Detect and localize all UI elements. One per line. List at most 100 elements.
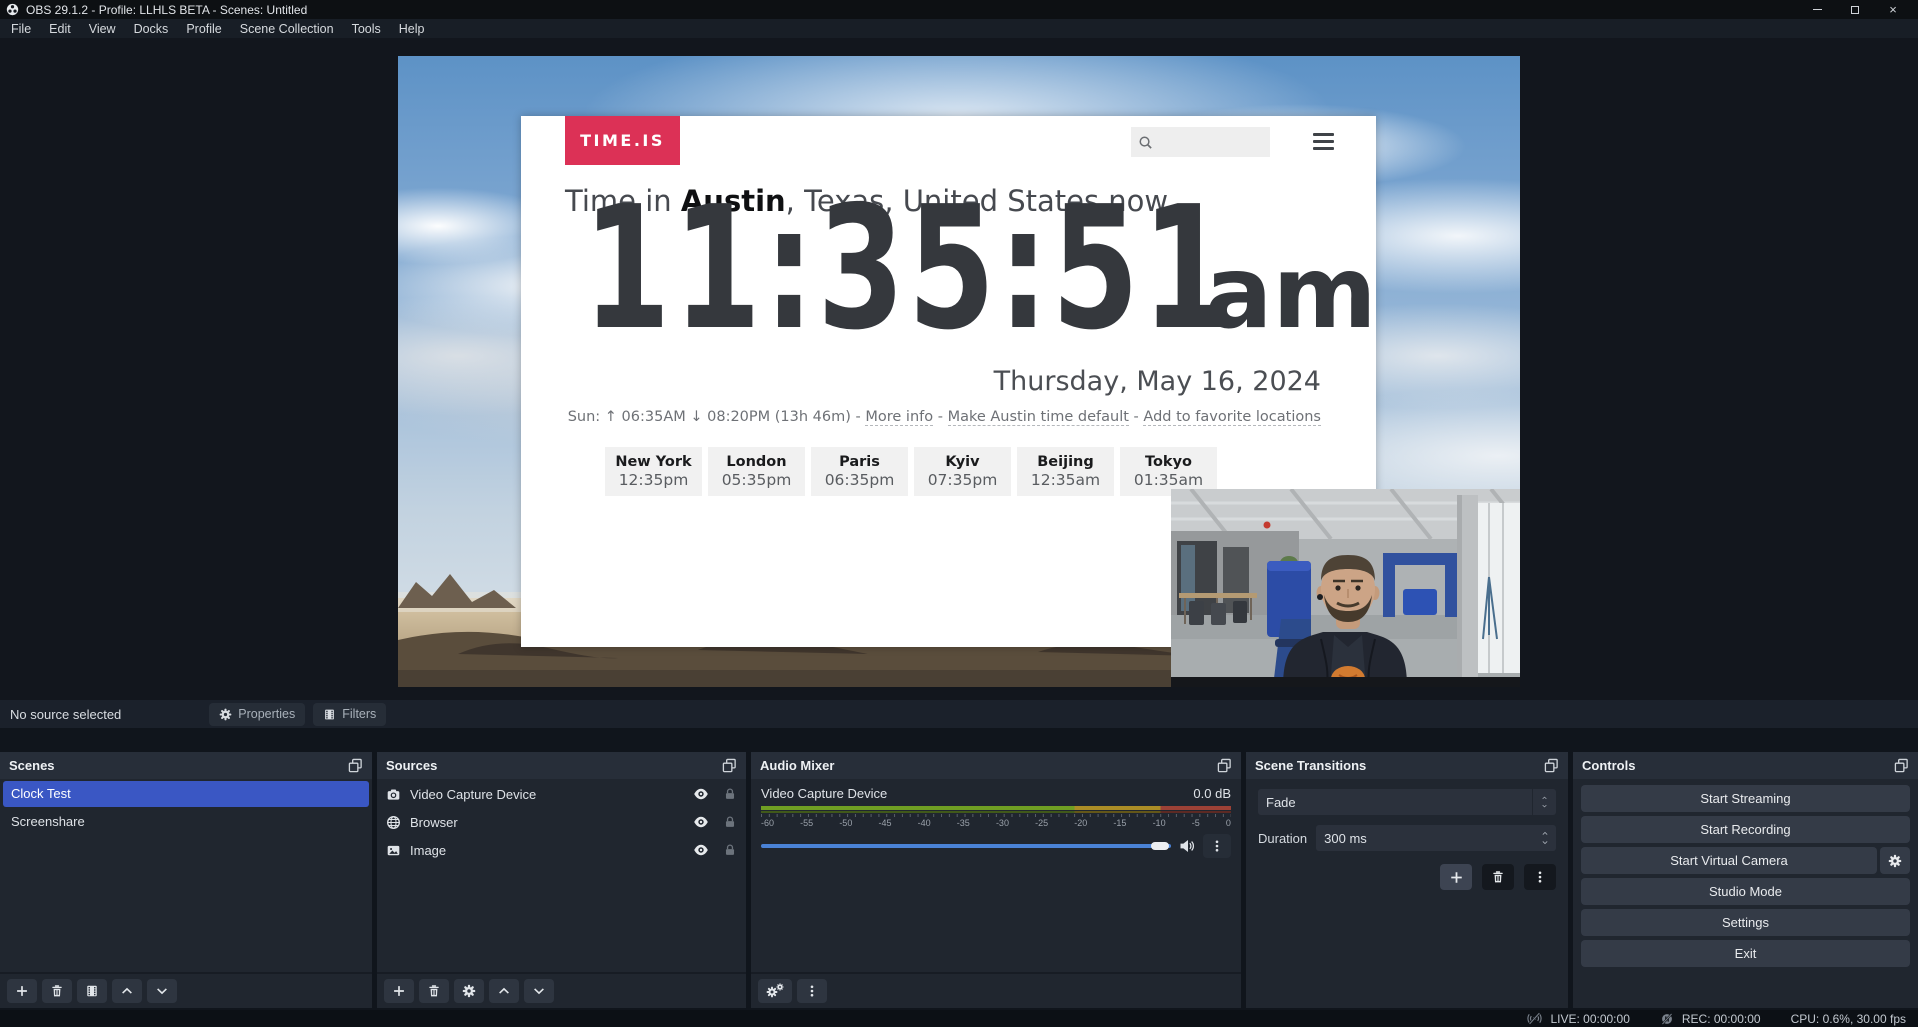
transition-properties-button[interactable] (1524, 864, 1556, 890)
obs-logo-icon (6, 3, 19, 16)
start-recording-button[interactable]: Start Recording (1581, 816, 1910, 843)
title-bar: OBS 29.1.2 - Profile: LLHLS BETA - Scene… (0, 0, 1918, 19)
scene-item-clock-test[interactable]: Clock Test (3, 781, 369, 807)
popout-icon[interactable] (1894, 758, 1909, 773)
timeis-logo: TIME.IS (565, 116, 680, 165)
studio-mode-button[interactable]: Studio Mode (1581, 878, 1910, 905)
eye-icon[interactable] (693, 842, 709, 858)
popout-icon[interactable] (348, 758, 363, 773)
city-name: Tokyo (1120, 454, 1217, 471)
vertical-dots-icon (805, 984, 819, 998)
scenes-title: Scenes (9, 758, 348, 773)
menu-profile[interactable]: Profile (177, 19, 230, 38)
maximize-button[interactable] (1836, 0, 1874, 19)
filter-icon (323, 708, 336, 721)
settings-button[interactable]: Settings (1581, 909, 1910, 936)
scale-tick: -45 (878, 818, 891, 828)
popout-icon[interactable] (1544, 758, 1559, 773)
duration-label: Duration (1258, 831, 1307, 846)
image-icon (386, 843, 401, 858)
sun-info-line: Sun: ↑ 06:35AM ↓ 08:20PM (13h 46m) - Mor… (568, 409, 1321, 425)
start-virtual-camera-button[interactable]: Start Virtual Camera (1581, 847, 1877, 874)
lock-icon[interactable] (723, 787, 737, 801)
menu-scene-collection[interactable]: Scene Collection (231, 19, 343, 38)
speaker-icon[interactable] (1179, 838, 1195, 854)
audio-mixer-toolbar (751, 972, 1241, 1008)
menu-file[interactable]: File (2, 19, 40, 38)
duration-input[interactable] (1316, 831, 1534, 846)
move-source-down-button[interactable] (524, 979, 554, 1003)
city-name: London (708, 454, 805, 471)
move-scene-down-button[interactable] (147, 979, 177, 1003)
hamburger-menu-icon (1313, 133, 1334, 150)
mixer-menu-button[interactable] (797, 979, 827, 1003)
filters-button[interactable]: Filters (313, 703, 386, 726)
add-scene-button[interactable] (7, 979, 37, 1003)
remove-scene-button[interactable] (42, 979, 72, 1003)
lock-icon[interactable] (723, 815, 737, 829)
scene-item-screenshare[interactable]: Screenshare (3, 809, 369, 835)
city-box: New York 12:35pm (605, 447, 702, 496)
add-source-button[interactable] (384, 979, 414, 1003)
city-time: 12:35pm (605, 471, 702, 490)
transition-selected-value: Fade (1258, 795, 1532, 810)
eye-icon[interactable] (693, 786, 709, 802)
world-cities-row: New York 12:35pm London 05:35pm Paris 06… (605, 447, 1217, 496)
exit-button[interactable]: Exit (1581, 940, 1910, 967)
scene-transitions-body: Fade Duration (1246, 779, 1568, 1008)
scene-transitions-dock: Scene Transitions Fade Duration (1246, 752, 1568, 1008)
remove-transition-button[interactable] (1482, 864, 1514, 890)
gear-icon (462, 984, 476, 998)
minimize-button[interactable] (1798, 0, 1836, 19)
combo-caret (1532, 789, 1556, 815)
spin-up-icon[interactable] (1540, 830, 1550, 837)
popout-icon[interactable] (722, 758, 737, 773)
scene-preview-canvas[interactable]: TIME.IS Time in Austin, Texas, United St… (398, 56, 1520, 687)
popout-icon[interactable] (1217, 758, 1232, 773)
webcam-source[interactable] (1171, 489, 1520, 687)
start-streaming-button[interactable]: Start Streaming (1581, 785, 1910, 812)
lock-icon[interactable] (723, 843, 737, 857)
add-transition-button[interactable] (1440, 864, 1472, 890)
vertical-dots-icon (1210, 839, 1224, 853)
source-properties-button[interactable] (454, 979, 484, 1003)
remove-source-button[interactable] (419, 979, 449, 1003)
menu-docks[interactable]: Docks (125, 19, 178, 38)
trash-icon (427, 984, 441, 998)
chevron-down-icon (155, 984, 169, 998)
scenes-dock: Scenes Clock Test Screenshare (0, 752, 372, 1008)
vu-meter-peak (761, 811, 1231, 813)
close-button[interactable]: × (1874, 0, 1912, 19)
dock-area: Scenes Clock Test Screenshare Sources Vi… (0, 728, 1918, 1010)
menu-view[interactable]: View (80, 19, 125, 38)
volume-row (761, 834, 1231, 858)
mixer-channel-menu-button[interactable] (1203, 834, 1231, 858)
controls-dock-header: Controls (1573, 752, 1918, 779)
move-scene-up-button[interactable] (112, 979, 142, 1003)
spin-down-icon[interactable] (1540, 839, 1550, 846)
volume-slider[interactable] (761, 844, 1171, 848)
controls-title: Controls (1582, 758, 1894, 773)
menu-edit[interactable]: Edit (40, 19, 80, 38)
scale-tick: -10 (1153, 818, 1166, 828)
menu-help[interactable]: Help (390, 19, 434, 38)
vu-meter-ticks (761, 814, 1231, 817)
caret-down-icon (1540, 803, 1549, 809)
properties-button[interactable]: Properties (209, 703, 305, 726)
source-row-image[interactable]: Image (377, 837, 746, 863)
move-source-up-button[interactable] (489, 979, 519, 1003)
source-row-browser[interactable]: Browser (377, 809, 746, 835)
virtual-camera-config-button[interactable] (1880, 847, 1910, 874)
menu-tools[interactable]: Tools (343, 19, 390, 38)
transition-select[interactable]: Fade (1258, 789, 1556, 815)
separator: - (933, 409, 947, 425)
city-name: Kyiv (914, 454, 1011, 471)
mixer-level-db: 0.0 dB (1193, 786, 1231, 801)
source-row-video-capture[interactable]: Video Capture Device (377, 781, 746, 807)
volume-slider-handle[interactable] (1151, 842, 1169, 850)
scene-filters-button[interactable] (77, 979, 107, 1003)
advanced-audio-button[interactable] (758, 979, 792, 1003)
filters-label: Filters (342, 707, 376, 721)
plus-icon (15, 984, 29, 998)
eye-icon[interactable] (693, 814, 709, 830)
